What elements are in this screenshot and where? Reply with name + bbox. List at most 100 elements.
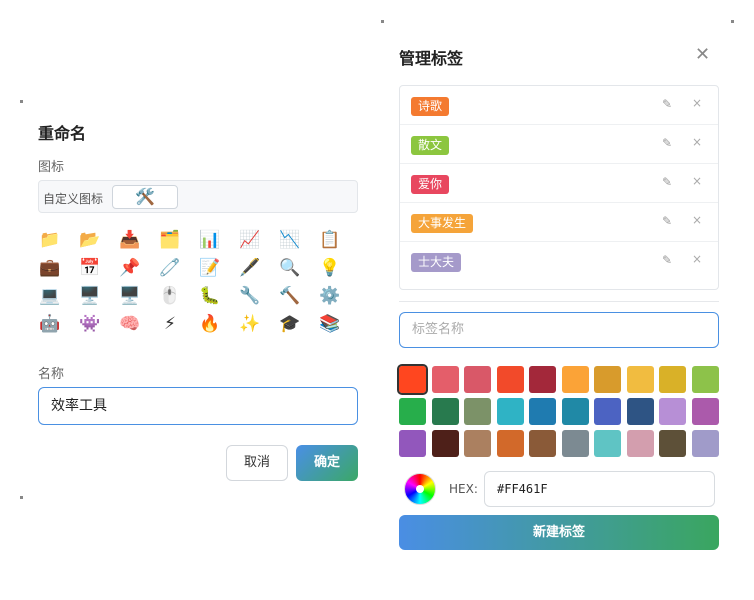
delete-icon[interactable]: × xyxy=(692,213,702,227)
pencil-icon[interactable]: ✎ xyxy=(662,175,672,189)
color-swatch[interactable] xyxy=(691,398,719,425)
delete-icon[interactable]: × xyxy=(692,174,702,188)
cancel-button[interactable]: 取消 xyxy=(226,445,288,481)
icon-option[interactable]: 🖋️ xyxy=(238,256,262,280)
color-swatch[interactable] xyxy=(691,430,719,457)
color-swatch[interactable] xyxy=(594,430,621,457)
color-swatch[interactable] xyxy=(496,366,524,393)
close-icon[interactable]: ✕ xyxy=(695,44,710,65)
color-swatch[interactable] xyxy=(659,398,686,425)
icon-option[interactable]: 🎓 xyxy=(278,312,302,336)
icon-option[interactable]: 📚 xyxy=(318,312,342,336)
color-swatch[interactable] xyxy=(561,366,589,393)
icon-label: 图标 xyxy=(38,160,65,175)
color-swatch[interactable] xyxy=(431,430,459,457)
pencil-icon[interactable]: ✎ xyxy=(662,214,672,228)
divider xyxy=(399,301,719,302)
hex-input[interactable]: #FF461F xyxy=(484,471,715,507)
icon-option[interactable]: 🔥 xyxy=(198,312,222,336)
icon-option[interactable]: 🔧 xyxy=(238,284,262,308)
color-swatch[interactable] xyxy=(626,366,654,393)
icon-option[interactable]: 📉 xyxy=(278,228,302,252)
color-swatch[interactable] xyxy=(626,430,654,457)
tag-manager-title: 管理标签 xyxy=(399,49,464,68)
icon-option[interactable]: 🧠 xyxy=(118,312,142,336)
tag-chip: 士大夫 xyxy=(411,253,462,272)
hex-label: HEX: xyxy=(449,482,478,496)
name-label: 名称 xyxy=(38,367,65,382)
color-swatch-grid xyxy=(397,364,719,462)
color-swatch[interactable] xyxy=(659,366,686,393)
color-swatch[interactable] xyxy=(659,430,686,457)
color-wheel-icon[interactable] xyxy=(404,473,436,505)
color-swatch[interactable] xyxy=(529,366,556,393)
icon-option[interactable]: 🐛 xyxy=(198,284,222,308)
icon-option[interactable]: 📊 xyxy=(198,228,222,252)
tag-chip: 散文 xyxy=(411,136,450,155)
delete-icon[interactable]: × xyxy=(692,135,702,149)
icon-option[interactable]: 🖱️ xyxy=(158,284,182,308)
icon-option[interactable]: ⚡ xyxy=(158,312,182,336)
color-swatch[interactable] xyxy=(529,398,556,425)
tag-row: 爱你 ✎ × xyxy=(400,164,718,203)
icon-option[interactable]: 🖥️ xyxy=(78,284,102,308)
icon-option[interactable]: 🖥️ xyxy=(118,284,142,308)
tag-row: 诗歌 ✎ × xyxy=(400,86,718,125)
tag-chip: 爱你 xyxy=(411,175,450,194)
color-swatch[interactable] xyxy=(464,366,491,393)
color-swatch[interactable] xyxy=(496,430,524,457)
icon-option[interactable]: 📁 xyxy=(38,228,62,252)
create-tag-button[interactable]: 新建标签 xyxy=(399,515,719,550)
color-swatch[interactable] xyxy=(594,398,621,425)
color-swatch[interactable] xyxy=(594,366,621,393)
color-swatch[interactable] xyxy=(399,430,426,457)
icon-option[interactable]: 📂 xyxy=(78,228,102,252)
icon-option[interactable]: 🔍 xyxy=(278,256,302,280)
icon-option[interactable]: 💡 xyxy=(318,256,342,280)
color-swatch[interactable] xyxy=(464,398,491,425)
icon-picker-grid: 📁 📂 📥 🗂️ 📊 📈 📉 📋 💼 📅 📌 🧷 📝 🖋️ 🔍 💡 💻 🖥️ 🖥️ 🖱️ 🐛 🔧 🔨 ⚙️ 🤖 👾 🧠 ⚡ 🔥 ✨ 🎓 📚 xyxy=(38,228,358,346)
color-swatch[interactable] xyxy=(626,398,654,425)
pencil-icon[interactable]: ✎ xyxy=(662,97,672,111)
pencil-icon[interactable]: ✎ xyxy=(662,136,672,150)
current-icon-button[interactable]: 🛠️ xyxy=(112,185,178,209)
tag-list: 诗歌 ✎ × 散文 ✎ × 爱你 ✎ × 大事发生 ✎ × 士大夫 ✎ × xyxy=(399,85,719,290)
custom-icon-label: 自定义图标 xyxy=(43,192,104,206)
tag-row: 士大夫 ✎ × xyxy=(400,242,718,281)
tag-name-input[interactable]: 标签名称 xyxy=(399,312,719,348)
name-input[interactable]: 效率工具 xyxy=(38,387,358,425)
color-swatch[interactable] xyxy=(496,398,524,425)
icon-option[interactable]: 🔨 xyxy=(278,284,302,308)
color-swatch[interactable] xyxy=(561,430,589,457)
icon-option[interactable]: ⚙️ xyxy=(318,284,342,308)
icon-option[interactable]: 📅 xyxy=(78,256,102,280)
color-swatch[interactable] xyxy=(529,430,556,457)
tag-row: 大事发生 ✎ × xyxy=(400,203,718,242)
icon-option[interactable]: ✨ xyxy=(238,312,262,336)
pencil-icon[interactable]: ✎ xyxy=(662,253,672,267)
tag-chip: 诗歌 xyxy=(411,97,450,116)
icon-option[interactable]: 📋 xyxy=(318,228,342,252)
delete-icon[interactable]: × xyxy=(692,96,702,110)
icon-option[interactable]: 🤖 xyxy=(38,312,62,336)
icon-option[interactable]: 📌 xyxy=(118,256,142,280)
icon-option[interactable]: 💻 xyxy=(38,284,62,308)
rename-dialog: 重命名 图标 自定义图标 🛠️ 📁 📂 📥 🗂️ 📊 📈 📉 📋 💼 📅 📌 🧷 📝 🖋️ 🔍 💡 💻 🖥️ 🖥️ 🖱… xyxy=(22,102,374,498)
icon-option[interactable]: 🧷 xyxy=(158,256,182,280)
color-swatch[interactable] xyxy=(431,366,459,393)
color-swatch[interactable] xyxy=(691,366,719,393)
color-swatch[interactable] xyxy=(397,364,428,395)
icon-option[interactable]: 📈 xyxy=(238,228,262,252)
color-swatch[interactable] xyxy=(399,398,426,425)
icon-option[interactable]: 📝 xyxy=(198,256,222,280)
custom-icon-box: 自定义图标 🛠️ xyxy=(38,180,358,213)
icon-option[interactable]: 👾 xyxy=(78,312,102,336)
color-swatch[interactable] xyxy=(464,430,491,457)
icon-option[interactable]: 💼 xyxy=(38,256,62,280)
icon-option[interactable]: 🗂️ xyxy=(158,228,182,252)
delete-icon[interactable]: × xyxy=(692,252,702,266)
color-swatch[interactable] xyxy=(431,398,459,425)
confirm-button[interactable]: 确定 xyxy=(296,445,358,481)
icon-option[interactable]: 📥 xyxy=(118,228,142,252)
color-swatch[interactable] xyxy=(561,398,589,425)
